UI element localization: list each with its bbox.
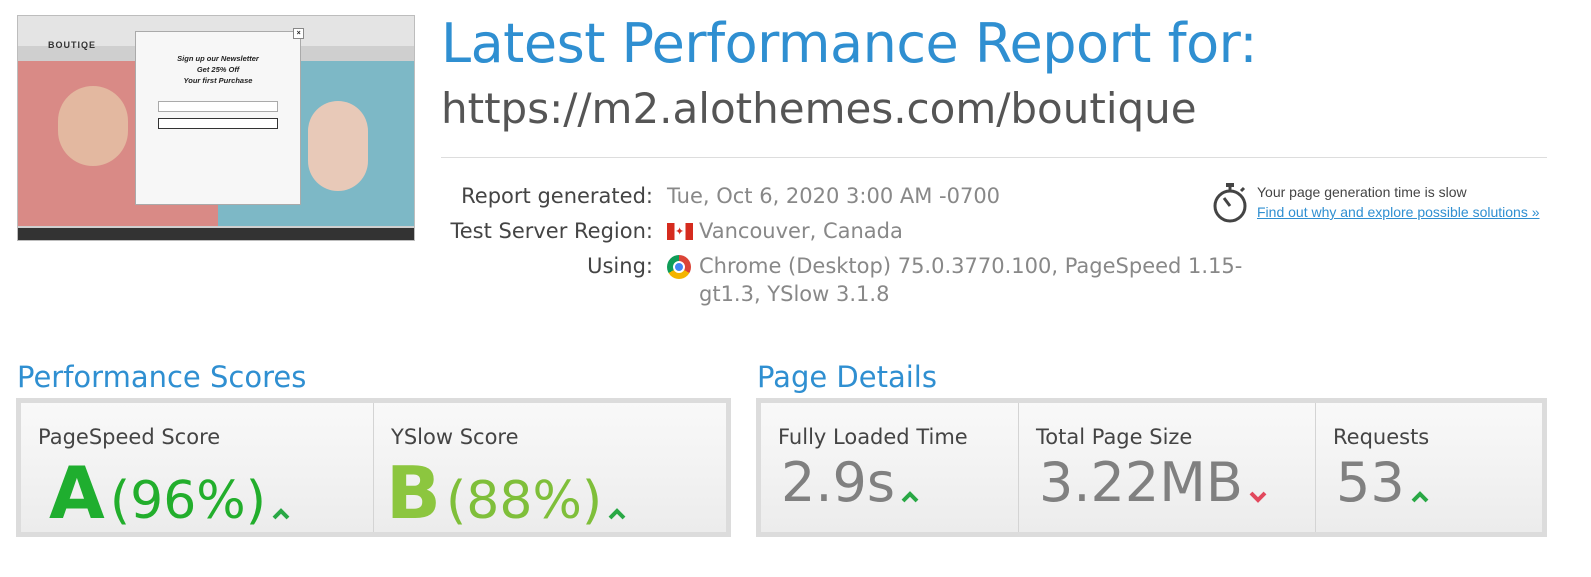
performance-scores-title: Performance Scores	[17, 360, 307, 394]
yslow-score-label: YSlow Score	[391, 425, 519, 449]
close-icon: ×	[293, 28, 304, 39]
using-value-line1: Chrome (Desktop) 75.0.3770.100, PageSpee…	[699, 254, 1243, 278]
popup-line-2: Get 25% Off	[196, 65, 240, 74]
server-region-value: Vancouver, Canada	[699, 219, 903, 243]
popup-line-1: Sign up our Newsletter	[177, 54, 259, 63]
report-generated-value: Tue, Oct 6, 2020 3:00 AM -0700	[667, 184, 1001, 208]
report-generated-label: Report generated:	[461, 184, 653, 208]
fully-loaded-time-label: Fully Loaded Time	[778, 425, 968, 449]
requests-cell: Requests 53	[1315, 403, 1543, 532]
server-region-label: Test Server Region:	[450, 219, 653, 243]
pagespeed-grade: A	[49, 451, 105, 535]
yslow-percent: (88%)	[445, 471, 603, 531]
trend-up-icon	[1411, 490, 1429, 502]
requests-label: Requests	[1333, 425, 1430, 449]
total-page-size-value: 3.22MB	[1039, 451, 1243, 514]
divider	[441, 157, 1547, 158]
fully-loaded-time-value: 2.9s	[781, 451, 896, 514]
thumbnail-person-1	[58, 86, 128, 166]
performance-scores-panel: PageSpeed Score A (96%) YSlow Score B (8…	[16, 398, 731, 537]
thumbnail-person-2	[308, 101, 368, 191]
explore-solutions-link[interactable]: Find out why and explore possible soluti…	[1257, 204, 1540, 220]
popup-line-3: Your first Purchase	[183, 76, 253, 85]
trend-up-icon	[608, 507, 626, 519]
thumbnail-cookie-bar	[18, 228, 414, 240]
page-title: Latest Performance Report for:	[441, 12, 1258, 75]
pagespeed-score-label: PageSpeed Score	[38, 425, 221, 449]
pagespeed-percent: (96%)	[109, 471, 266, 531]
thumbnail-brand: BOUTIQE	[48, 40, 97, 50]
total-page-size-cell: Total Page Size 3.22MB	[1018, 403, 1316, 532]
fully-loaded-time-cell: Fully Loaded Time 2.9s	[761, 403, 1018, 532]
site-screenshot-thumbnail: BOUTIQE × Sign up our Newsletter Get 25%…	[17, 15, 415, 241]
using-value-line2: gt1.3, YSlow 3.1.8	[699, 282, 890, 306]
page-details-title: Page Details	[757, 360, 937, 394]
generation-time-text: Your page generation time is slow	[1257, 184, 1467, 200]
trend-down-icon	[1249, 491, 1267, 503]
canada-flag-icon: ✦	[667, 223, 693, 240]
total-page-size-label: Total Page Size	[1036, 425, 1193, 449]
popup-email-field	[158, 101, 278, 112]
chrome-icon	[667, 255, 691, 279]
trend-up-icon	[901, 490, 919, 502]
report-url: https://m2.alothemes.com/boutique	[441, 84, 1197, 133]
yslow-grade: B	[386, 451, 441, 535]
pagespeed-score-cell: PageSpeed Score A (96%)	[21, 403, 373, 535]
requests-value: 53	[1336, 451, 1405, 514]
stopwatch-icon	[1213, 183, 1247, 223]
yslow-score-cell: YSlow Score B (88%)	[373, 403, 727, 535]
using-label: Using:	[587, 254, 653, 278]
page-details-panel: Fully Loaded Time 2.9s Total Page Size 3…	[756, 398, 1547, 537]
thumbnail-newsletter-popup: × Sign up our Newsletter Get 25% Off You…	[135, 28, 304, 205]
using-value: Chrome (Desktop) 75.0.3770.100, PageSpee…	[699, 252, 1242, 308]
trend-up-icon	[272, 507, 290, 519]
popup-signup-button	[158, 118, 278, 129]
